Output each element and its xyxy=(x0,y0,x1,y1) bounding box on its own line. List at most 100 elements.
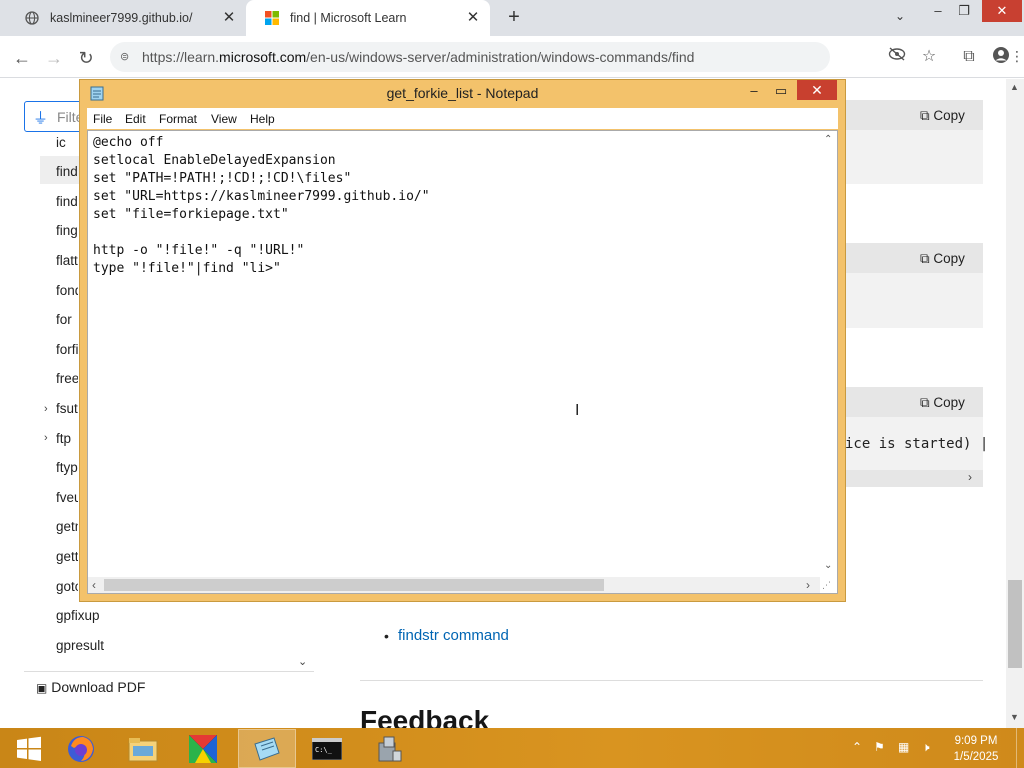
eye-slash-icon[interactable] xyxy=(886,46,908,68)
text-cursor-icon: I xyxy=(575,402,580,419)
scroll-down-icon[interactable]: ⌄ xyxy=(824,560,832,571)
toc-item[interactable]: getmac xyxy=(56,519,78,534)
divider xyxy=(24,671,314,672)
toc-item[interactable]: ftype xyxy=(56,460,78,475)
menu-view[interactable]: View xyxy=(211,112,237,126)
menu-dots-icon[interactable]: ⋮ xyxy=(1010,48,1024,65)
tab-github[interactable]: kaslmineer7999.github.io/ ✕ xyxy=(6,0,246,36)
tab-search-chevron-icon[interactable]: ⌄ xyxy=(886,5,914,27)
toc-item[interactable]: finger xyxy=(56,223,78,238)
taskbar-firefox[interactable] xyxy=(52,729,110,768)
notepad-content[interactable]: @echo off setlocal EnableDelayedExpansio… xyxy=(93,134,430,278)
url-text[interactable]: https://learn.microsoft.com/en-us/window… xyxy=(142,49,694,65)
minimize-icon[interactable]: – xyxy=(924,0,952,22)
toc-item[interactable]: flattemp xyxy=(56,253,78,268)
tray-expand-icon[interactable]: ⌃ xyxy=(852,740,862,754)
back-icon[interactable]: ← xyxy=(10,46,34,70)
url-path: /en-us/windows-server/administration/win… xyxy=(306,49,695,65)
restore-icon[interactable]: ❐ xyxy=(950,0,978,22)
toc-item[interactable]: fsutil xyxy=(56,401,78,416)
taskbar-app-installer[interactable] xyxy=(360,729,418,768)
toc-item[interactable]: freedisk xyxy=(56,371,78,386)
page-scroll-up-icon[interactable]: ▲ xyxy=(1010,82,1019,92)
code-hscrollbar[interactable] xyxy=(845,470,983,487)
menu-format[interactable]: Format xyxy=(159,112,197,126)
toc-item[interactable]: find xyxy=(56,164,78,179)
bookmark-star-icon[interactable]: ☆ xyxy=(918,46,940,68)
folder-icon xyxy=(128,737,158,761)
download-pdf-link[interactable]: ▣ Download PDF xyxy=(36,679,145,695)
toc-item[interactable]: gpresult xyxy=(56,638,136,653)
toc-filter-input[interactable]: ⏚ Filte xyxy=(24,101,84,132)
notepad-vscrollbar[interactable] xyxy=(820,131,837,577)
toc-item[interactable]: goto xyxy=(56,579,78,594)
scroll-left-icon[interactable]: ‹ xyxy=(92,578,96,592)
toc-item[interactable]: for xyxy=(56,312,78,327)
copy-icon: ⧉ xyxy=(920,108,930,123)
findstr-link[interactable]: findstr command xyxy=(398,627,509,644)
taskbar-app-colorful[interactable] xyxy=(174,729,232,768)
copy-label: Copy xyxy=(933,251,965,266)
toc-item[interactable]: ic xyxy=(56,135,78,150)
toc-item[interactable]: gettype xyxy=(56,549,78,564)
forward-icon[interactable]: → xyxy=(42,46,66,70)
scroll-right-icon[interactable]: › xyxy=(968,470,972,484)
profile-icon[interactable] xyxy=(990,46,1012,68)
toc-item[interactable]: findst xyxy=(56,194,78,209)
tab-microsoft-learn[interactable]: find | Microsoft Learn ✕ xyxy=(246,0,490,36)
colorful-app-icon xyxy=(189,734,217,763)
action-center-flag-icon[interactable]: ⚑ xyxy=(874,740,885,754)
copy-button[interactable]: ⧉ Copy xyxy=(920,108,965,124)
toc-item[interactable]: ftp xyxy=(56,431,78,446)
command-prompt-icon: C:\_ xyxy=(312,737,342,760)
tab-title: kaslmineer7999.github.io/ xyxy=(50,11,193,25)
scroll-right-icon[interactable]: › xyxy=(806,578,810,592)
menu-help[interactable]: Help xyxy=(250,112,275,126)
notepad-hscrollbar-thumb[interactable] xyxy=(104,579,604,591)
notepad-close-icon[interactable]: ✕ xyxy=(797,80,837,100)
expand-chevron-icon[interactable]: › xyxy=(44,403,48,415)
pdf-icon: ▣ xyxy=(36,681,48,695)
taskbar-notepad[interactable] xyxy=(238,729,296,768)
scroll-up-icon[interactable]: ⌃ xyxy=(824,134,832,145)
toc-scroll-down-icon[interactable]: ⌄ xyxy=(298,655,307,668)
tab-close-icon[interactable]: ✕ xyxy=(464,9,482,27)
toc-item[interactable]: fondue xyxy=(56,283,78,298)
window-close-icon[interactable]: ✕ xyxy=(982,0,1022,22)
network-icon[interactable]: ▦ xyxy=(898,740,909,754)
show-desktop-button[interactable] xyxy=(1016,728,1024,768)
menu-edit[interactable]: Edit xyxy=(125,112,146,126)
system-clock[interactable]: 9:09 PM 1/5/2025 xyxy=(946,733,1006,765)
notepad-icon xyxy=(254,736,280,761)
tab-title: find | Microsoft Learn xyxy=(290,11,407,25)
clock-time: 9:09 PM xyxy=(954,735,998,747)
page-scrollbar-thumb[interactable] xyxy=(1008,580,1022,668)
notepad-maximize-icon[interactable]: ▭ xyxy=(767,82,795,102)
copy-button[interactable]: ⧉ Copy xyxy=(920,395,965,411)
taskbar-command-prompt[interactable]: C:\_ xyxy=(298,729,356,768)
toc-item[interactable]: fveupdate xyxy=(56,490,78,505)
taskbar-file-explorer[interactable] xyxy=(114,729,172,768)
copy-label: Copy xyxy=(933,395,965,410)
toc-item[interactable]: forfiles xyxy=(56,342,78,357)
volume-muted-icon[interactable]: 🕨 xyxy=(922,740,930,755)
expand-chevron-icon[interactable]: › xyxy=(44,432,48,444)
copy-icon: ⧉ xyxy=(920,251,930,266)
new-tab-icon[interactable]: + xyxy=(503,6,525,28)
tab-close-icon[interactable]: ✕ xyxy=(220,9,238,27)
copy-button[interactable]: ⧉ Copy xyxy=(920,251,965,267)
filter-icon: ⏚ xyxy=(33,110,49,127)
reload-icon[interactable]: ↻ xyxy=(74,46,98,70)
toc-item[interactable]: gpfixup xyxy=(56,608,136,623)
microsoft-logo-icon xyxy=(264,10,280,26)
start-button[interactable] xyxy=(0,729,58,768)
globe-icon xyxy=(24,10,40,26)
resize-grip-icon[interactable]: ⋰ xyxy=(822,580,831,591)
url-prefix: https://learn. xyxy=(142,49,220,65)
menu-file[interactable]: File xyxy=(93,112,112,126)
page-scroll-down-icon[interactable]: ▼ xyxy=(1010,712,1019,722)
notepad-minimize-icon[interactable]: – xyxy=(740,82,768,102)
site-info-icon[interactable]: ⊜ xyxy=(120,50,129,63)
installer-icon xyxy=(378,736,402,761)
extensions-icon[interactable]: ⧉ xyxy=(958,46,980,68)
